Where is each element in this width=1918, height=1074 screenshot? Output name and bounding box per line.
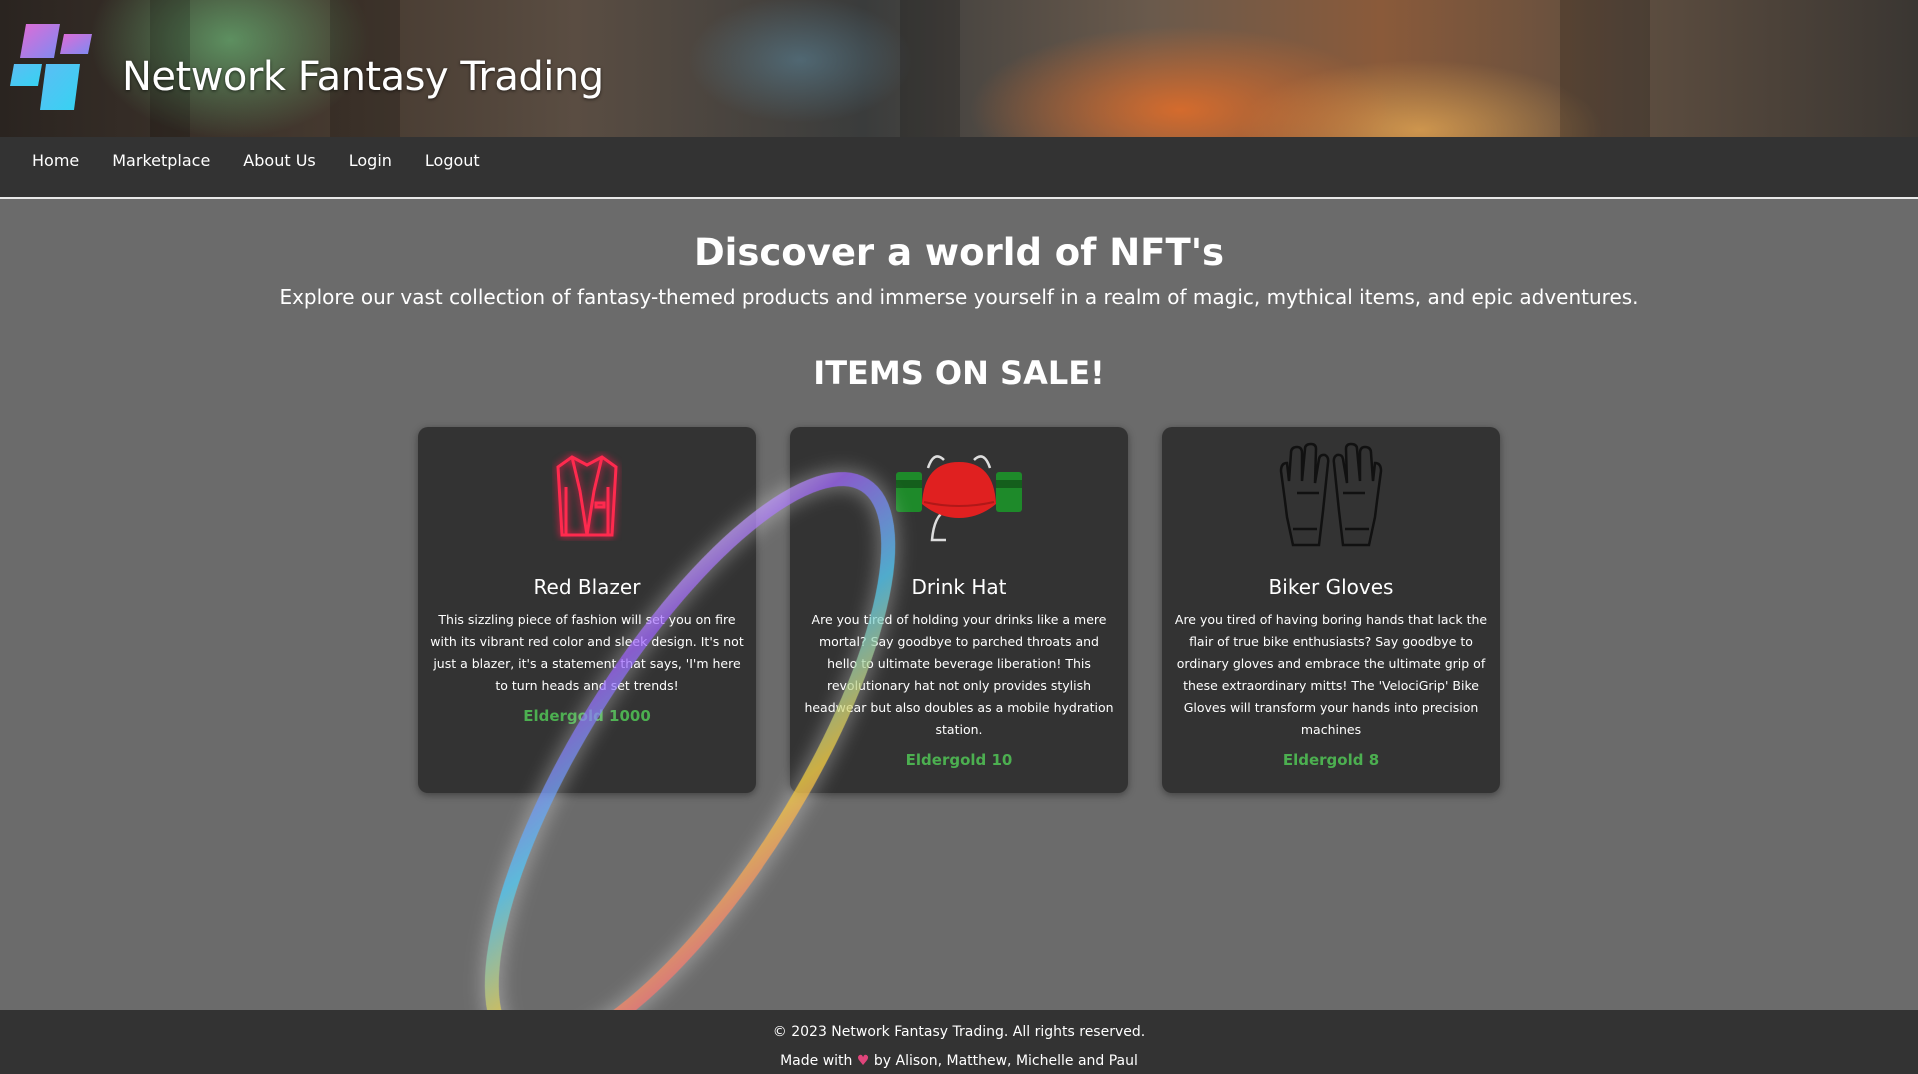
product-card-biker-gloves[interactable]: Biker Gloves Are you tired of having bor…: [1162, 427, 1500, 793]
product-grid: Red Blazer This sizzling piece of fashio…: [418, 427, 1500, 793]
main-content: Discover a world of NFT's Explore our va…: [0, 199, 1918, 1010]
footer-copyright: © 2023 Network Fantasy Trading. All righ…: [772, 1024, 1146, 1040]
footer-made-with: Made with: [780, 1053, 853, 1069]
product-price: Eldergold 10: [905, 751, 1013, 769]
product-description: This sizzling piece of fashion will set …: [430, 612, 744, 693]
product-description: Are you tired of having boring hands tha…: [1174, 612, 1488, 737]
heart-icon: ♥: [856, 1053, 870, 1069]
site-logo-icon[interactable]: [8, 20, 92, 110]
product-card-red-blazer[interactable]: Red Blazer This sizzling piece of fashio…: [418, 427, 756, 793]
product-description: Are you tired of holding your drinks lik…: [804, 612, 1114, 737]
product-price: Eldergold 1000: [523, 707, 651, 725]
product-name[interactable]: Biker Gloves: [1269, 575, 1394, 599]
site-banner: Network Fantasy Trading: [0, 0, 1918, 137]
nav-about-us-link[interactable]: About Us: [243, 147, 315, 174]
product-price: Eldergold 8: [1282, 751, 1380, 769]
site-footer: © 2023 Network Fantasy Trading. All righ…: [0, 1010, 1918, 1074]
sale-heading: ITEMS ON SALE!: [813, 354, 1105, 392]
site-title[interactable]: Network Fantasy Trading: [122, 54, 604, 100]
product-name[interactable]: Red Blazer: [534, 575, 641, 599]
red-blazer-icon: [522, 441, 652, 551]
product-card-drink-hat[interactable]: Drink Hat Are you tired of holding your …: [790, 427, 1128, 793]
hero-subtitle: Explore our vast collection of fantasy-t…: [279, 285, 1639, 309]
product-name[interactable]: Drink Hat: [912, 575, 1007, 599]
hero-heading: Discover a world of NFT's: [693, 231, 1225, 274]
nav-home-link[interactable]: Home: [32, 147, 79, 174]
drink-hat-icon: [894, 441, 1024, 551]
footer-authors: by Alison, Matthew, Michelle and Paul: [873, 1053, 1138, 1069]
footer-credits: Made with ♥ by Alison, Matthew, Michelle…: [0, 1047, 1918, 1074]
main-nav: Home Marketplace About Us Login Logout: [0, 137, 1918, 199]
biker-gloves-icon: [1266, 441, 1396, 551]
nav-logout-link[interactable]: Logout: [425, 147, 480, 174]
nav-login-link[interactable]: Login: [349, 147, 392, 174]
nav-marketplace-link[interactable]: Marketplace: [112, 147, 210, 174]
